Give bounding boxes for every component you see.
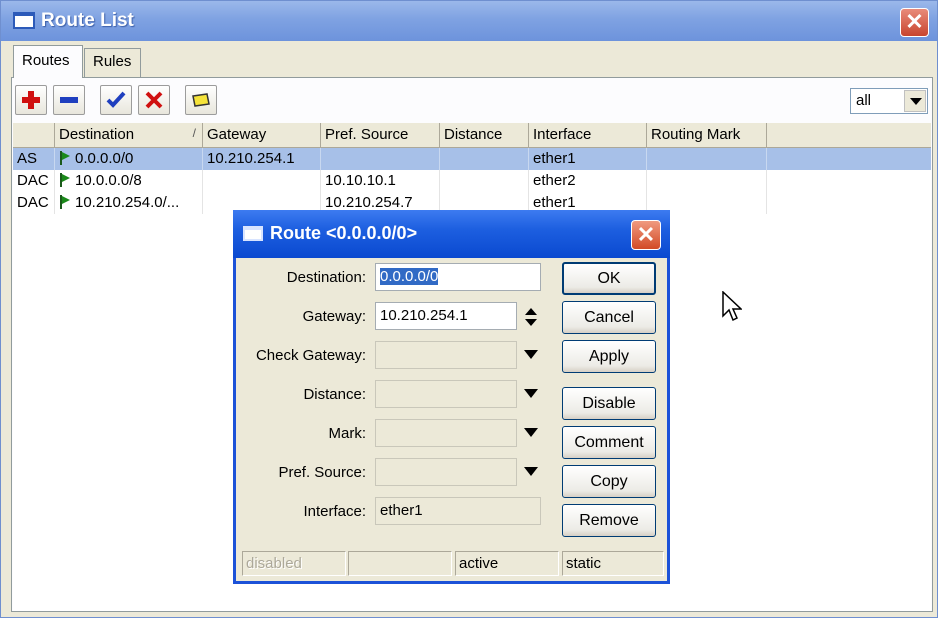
column-header-destination[interactable]: Destination / (55, 123, 203, 148)
tab-rules[interactable]: Rules (84, 48, 141, 77)
mouse-cursor-icon (722, 291, 742, 322)
close-window-button[interactable]: ✕ (900, 8, 929, 37)
copy-route-button[interactable]: Copy (562, 465, 656, 498)
route-flag-icon (60, 195, 70, 209)
interface-label: Interface: (303, 503, 366, 520)
cell-gateway (203, 170, 321, 192)
pref-source-input[interactable] (375, 458, 517, 486)
mark-input[interactable] (375, 419, 517, 447)
gateway-label: Gateway: (302, 308, 366, 325)
chevron-down-icon[interactable] (523, 349, 539, 361)
add-button[interactable] (15, 85, 47, 115)
distance-input[interactable] (375, 380, 517, 408)
status-active: active (455, 551, 559, 576)
status-static: static (562, 551, 664, 576)
comment-route-button[interactable]: Comment (562, 426, 656, 459)
table-row[interactable]: DAC 10.0.0.0/8 10.10.10.1 ether2 (13, 170, 931, 192)
cell-destination: 10.210.254.0/... (55, 192, 203, 214)
status-empty (348, 551, 452, 576)
destination-value: 10.210.254.0/... (75, 194, 180, 211)
cell-flags: DAC (13, 192, 55, 214)
disable-route-button[interactable]: Disable (562, 387, 656, 420)
comment-note-icon (192, 93, 210, 107)
filter-dropdown-button[interactable] (904, 90, 926, 112)
apply-button[interactable]: Apply (562, 340, 656, 373)
dialog-titlebar[interactable]: Route <0.0.0.0/0> ✕ (233, 210, 670, 258)
cell-routing-mark (647, 170, 767, 192)
chevron-down-icon[interactable] (523, 466, 539, 478)
window-title: Route List (41, 10, 134, 31)
route-flag-icon (60, 173, 70, 187)
cell-destination: 10.0.0.0/8 (55, 170, 203, 192)
cell-distance (440, 170, 529, 192)
table-row[interactable]: AS 0.0.0.0/0 10.210.254.1 ether1 (13, 148, 931, 170)
minus-icon (60, 97, 78, 103)
pref-source-label: Pref. Source: (278, 464, 366, 481)
cancel-button[interactable]: Cancel (562, 301, 656, 334)
cell-interface: ether2 (529, 170, 647, 192)
cell-distance (440, 148, 529, 170)
close-dialog-button[interactable]: ✕ (631, 220, 661, 250)
destination-input-value: 0.0.0.0/0 (380, 268, 439, 285)
interface-input: ether1 (375, 497, 541, 525)
destination-value: 0.0.0.0/0 (75, 150, 134, 167)
dialog-title: Route <0.0.0.0/0> (270, 223, 418, 243)
check-gateway-input[interactable] (375, 341, 517, 369)
cell-flags: AS (13, 148, 55, 170)
remove-button[interactable] (53, 85, 85, 115)
ok-button[interactable]: OK (562, 262, 656, 295)
cell-interface: ether1 (529, 148, 647, 170)
route-dialog: Route <0.0.0.0/0> ✕ Destination: 0.0.0.0… (233, 210, 670, 584)
chevron-down-icon (910, 98, 922, 105)
column-header-flags[interactable] (13, 123, 55, 148)
column-header-label: Destination (59, 126, 135, 143)
tab-routes[interactable]: Routes (13, 45, 83, 78)
cell-flags: DAC (13, 170, 55, 192)
filter-select[interactable]: all (850, 88, 928, 114)
cell-pref-source (321, 148, 440, 170)
window-icon (13, 12, 35, 29)
status-disabled: disabled (242, 551, 346, 576)
column-header-gateway[interactable]: Gateway (203, 123, 321, 148)
column-header-routing-mark[interactable]: Routing Mark (647, 123, 767, 148)
destination-input[interactable]: 0.0.0.0/0 (375, 263, 541, 291)
remove-route-button[interactable]: Remove (562, 504, 656, 537)
route-flag-icon (60, 151, 70, 165)
chevron-down-icon[interactable] (523, 388, 539, 400)
column-header-interface[interactable]: Interface (529, 123, 647, 148)
destination-value: 10.0.0.0/8 (75, 172, 142, 189)
chevron-down-icon[interactable] (523, 427, 539, 439)
table-header: Destination / Gateway Pref. Source Dista… (13, 123, 931, 148)
column-header-distance[interactable]: Distance (440, 123, 529, 148)
destination-label: Destination: (286, 269, 366, 286)
sort-indicator-icon: / (192, 126, 196, 140)
disable-button[interactable] (138, 85, 170, 115)
up-down-arrows-icon[interactable] (523, 306, 539, 328)
gateway-input[interactable]: 10.210.254.1 (375, 302, 517, 330)
window-icon (243, 226, 263, 241)
cell-routing-mark (647, 148, 767, 170)
checkmark-icon (106, 91, 126, 108)
cell-gateway: 10.210.254.1 (203, 148, 321, 170)
check-gateway-label: Check Gateway: (255, 347, 366, 364)
cell-destination: 0.0.0.0/0 (55, 148, 203, 170)
cell-pref-source: 10.10.10.1 (321, 170, 440, 192)
enable-button[interactable] (100, 85, 132, 115)
mark-label: Mark: (328, 425, 367, 442)
distance-label: Distance: (303, 386, 366, 403)
comment-button[interactable] (185, 85, 217, 115)
main-titlebar[interactable]: Route List ✕ (1, 1, 937, 41)
column-header-pref-source[interactable]: Pref. Source (321, 123, 440, 148)
plus-icon (22, 91, 40, 109)
cross-icon (145, 91, 163, 109)
filter-value: all (856, 92, 872, 109)
